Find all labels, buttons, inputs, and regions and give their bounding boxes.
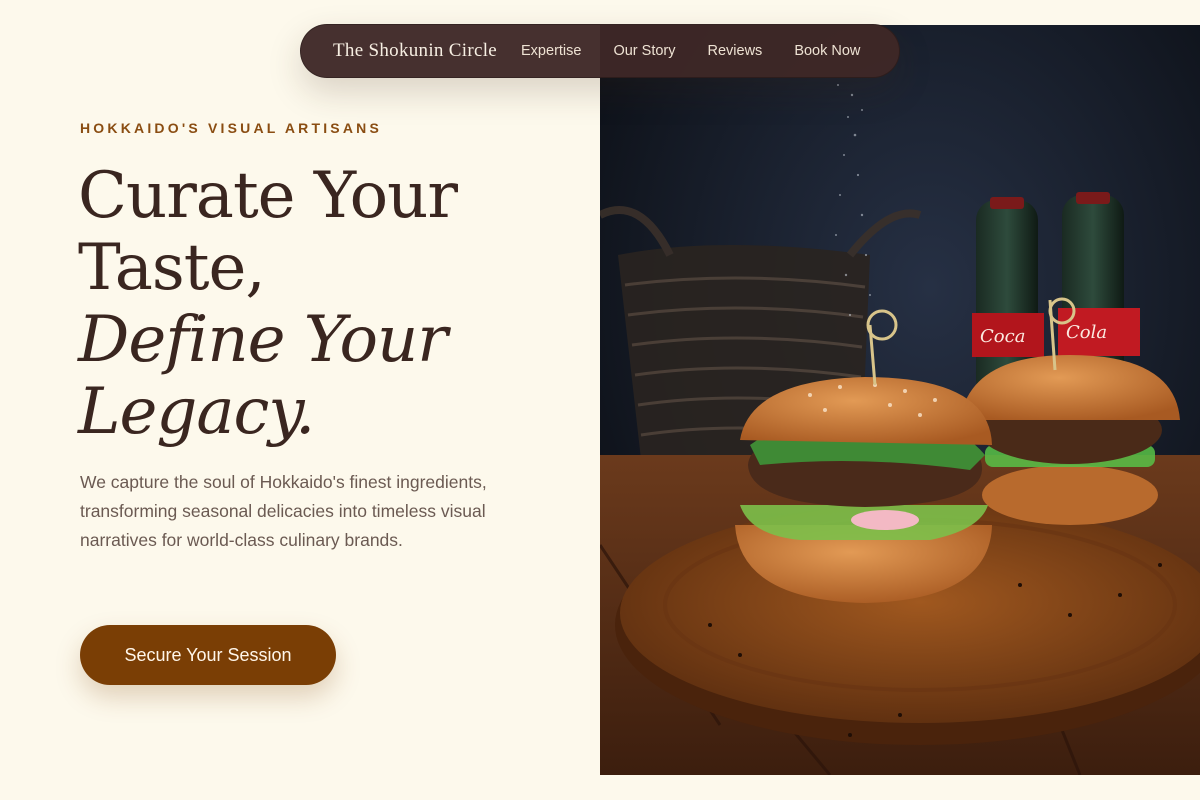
nav-link-our-story[interactable]: Our Story <box>613 43 675 59</box>
secure-session-button[interactable]: Secure Your Session <box>80 625 336 685</box>
brand-logo-text[interactable]: The Shokunin Circle <box>333 40 497 62</box>
nav-links: Expertise Our Story Reviews Book Now <box>521 43 860 59</box>
nav-link-book-now[interactable]: Book Now <box>794 43 860 59</box>
top-navbar: The Shokunin Circle Expertise Our Story … <box>300 24 900 78</box>
hero-description: We capture the soul of Hokkaido's finest… <box>80 472 487 550</box>
nav-link-reviews[interactable]: Reviews <box>708 43 763 59</box>
hero-headline: Curate Your Taste, Define Your Legacy. <box>78 160 598 448</box>
svg-text:Coca: Coca <box>980 326 1025 347</box>
hero-photo-burgers: Coca Cola <box>600 25 1200 775</box>
hero-eyebrow: HOKKAIDO'S VISUAL ARTISANS <box>80 120 382 136</box>
headline-line-3: Define Your <box>78 303 448 377</box>
nav-link-expertise[interactable]: Expertise <box>521 43 581 59</box>
svg-text:Cola: Cola <box>1066 322 1107 343</box>
headline-line-2: Taste, <box>78 231 266 305</box>
headline-line-1: Curate Your <box>78 159 458 233</box>
headline-line-4: Legacy. <box>78 375 315 449</box>
